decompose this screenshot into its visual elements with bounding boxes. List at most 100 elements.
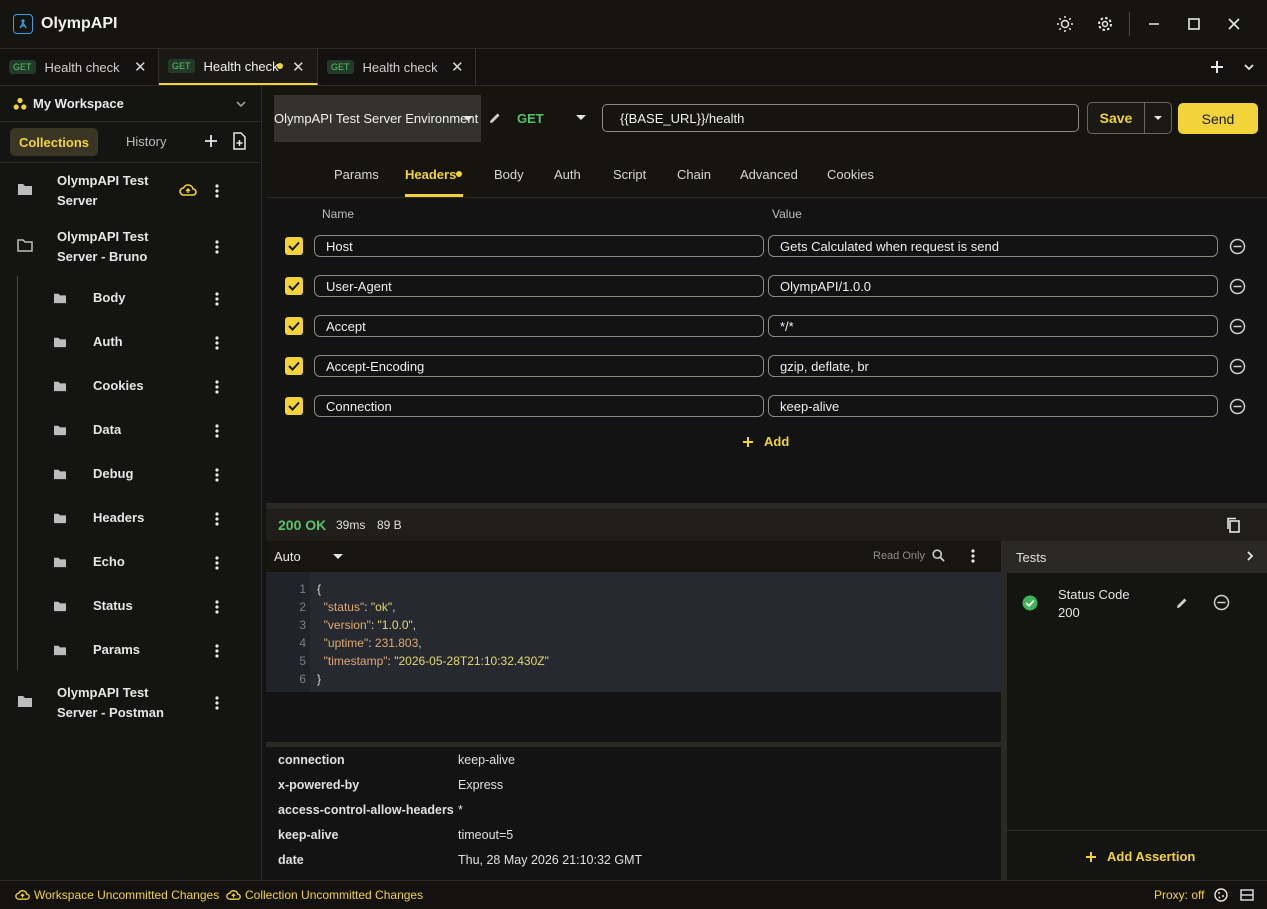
settings-gear-icon[interactable] xyxy=(1095,14,1115,34)
remove-circle-icon[interactable] xyxy=(1229,358,1246,375)
more-options-icon[interactable] xyxy=(212,183,222,199)
tab-method-badge: GET xyxy=(168,59,195,73)
environment-select[interactable]: OlympAPI Test Server Environment xyxy=(274,95,481,142)
method-caret-icon[interactable] xyxy=(575,114,587,122)
workspace-selector[interactable]: My Workspace xyxy=(0,86,262,122)
close-tab-icon[interactable]: ✕ xyxy=(134,58,147,76)
import-file-icon[interactable] xyxy=(231,132,247,150)
folder-item[interactable]: Body xyxy=(0,288,262,310)
more-options-icon[interactable] xyxy=(212,379,222,395)
edit-pencil-icon[interactable] xyxy=(488,111,502,125)
header-enabled-checkbox[interactable] xyxy=(285,237,303,255)
header-name-input[interactable]: Accept-Encoding xyxy=(314,355,764,377)
workspace-changes-indicator[interactable]: Workspace Uncommitted Changes xyxy=(15,888,219,902)
unsaved-dot-icon xyxy=(277,63,283,69)
format-caret-icon[interactable] xyxy=(332,553,344,561)
tab-chain[interactable]: Chain xyxy=(677,167,711,182)
header-name-input[interactable]: User-Agent xyxy=(314,275,764,297)
more-options-icon[interactable] xyxy=(212,423,222,439)
tab-collections[interactable]: Collections xyxy=(10,128,98,156)
header-value-input[interactable]: */* xyxy=(768,315,1218,337)
header-value-input[interactable]: Gets Calculated when request is send xyxy=(768,235,1218,257)
chevron-right-icon[interactable] xyxy=(1244,550,1256,562)
add-assertion-button[interactable]: Add Assertion xyxy=(1085,849,1195,864)
tab-auth[interactable]: Auth xyxy=(554,167,581,182)
collection-item[interactable]: OlympAPI Test Server - Bruno xyxy=(0,226,262,270)
remove-circle-icon[interactable] xyxy=(1229,238,1246,255)
request-tab[interactable]: GET Health check ✕ xyxy=(318,49,476,85)
new-tab-plus-icon[interactable] xyxy=(1208,58,1226,76)
header-name-input[interactable]: Accept xyxy=(314,315,764,337)
add-header-button[interactable]: Add xyxy=(742,434,789,449)
format-select[interactable]: Auto xyxy=(274,549,301,564)
remove-circle-icon[interactable] xyxy=(1229,278,1246,295)
collection-changes-indicator[interactable]: Collection Uncommitted Changes xyxy=(226,888,423,902)
header-name-input[interactable]: Host xyxy=(314,235,764,257)
folder-item[interactable]: Params xyxy=(0,640,262,662)
edit-pencil-icon[interactable] xyxy=(1175,596,1189,610)
tab-history[interactable]: History xyxy=(126,134,166,149)
search-icon[interactable] xyxy=(932,549,945,562)
more-options-icon[interactable] xyxy=(212,467,222,483)
response-body-editor[interactable] xyxy=(266,572,1001,692)
remove-circle-icon[interactable] xyxy=(1213,594,1230,611)
method-select[interactable]: GET xyxy=(517,111,544,126)
collection-item[interactable]: OlympAPI Test Server - Postman xyxy=(0,682,262,726)
tab-advanced[interactable]: Advanced xyxy=(740,167,798,182)
request-tab-active[interactable]: GET Health check ✕ xyxy=(159,49,318,85)
layout-panel-icon[interactable] xyxy=(1240,889,1254,901)
header-name-input[interactable]: Connection xyxy=(314,395,764,417)
more-options-icon[interactable] xyxy=(212,511,222,527)
close-tab-icon[interactable]: ✕ xyxy=(451,58,464,76)
remove-circle-icon[interactable] xyxy=(1229,318,1246,335)
theme-sun-icon[interactable] xyxy=(1055,14,1075,34)
copy-icon[interactable] xyxy=(1226,517,1241,533)
folder-item[interactable]: Status xyxy=(0,596,262,618)
more-options-icon[interactable] xyxy=(212,555,222,571)
more-options-icon[interactable] xyxy=(968,548,978,564)
send-button[interactable]: Send xyxy=(1178,103,1258,134)
more-options-icon[interactable] xyxy=(212,695,222,711)
folder-item[interactable]: Data xyxy=(0,420,262,442)
collection-item[interactable]: OlympAPI Test Server xyxy=(0,170,262,214)
minimize-icon[interactable] xyxy=(1144,14,1164,34)
header-enabled-checkbox[interactable] xyxy=(285,397,303,415)
close-window-icon[interactable] xyxy=(1224,14,1244,34)
tests-footer-divider xyxy=(1007,830,1267,831)
more-options-icon[interactable] xyxy=(212,599,222,615)
header-value-input[interactable]: keep-alive xyxy=(768,395,1218,417)
maximize-icon[interactable] xyxy=(1184,14,1204,34)
plus-icon xyxy=(1086,851,1096,862)
cloud-upload-icon[interactable] xyxy=(179,183,197,197)
header-enabled-checkbox[interactable] xyxy=(285,317,303,335)
folder-item[interactable]: Debug xyxy=(0,464,262,486)
more-options-icon[interactable] xyxy=(212,335,222,351)
remove-circle-icon[interactable] xyxy=(1229,398,1246,415)
more-options-icon[interactable] xyxy=(212,239,222,255)
folder-item[interactable]: Echo xyxy=(0,552,262,574)
folder-item[interactable]: Headers xyxy=(0,508,262,530)
add-collection-plus-icon[interactable] xyxy=(202,132,220,150)
cookie-icon[interactable] xyxy=(1214,888,1228,902)
tab-script[interactable]: Script xyxy=(613,167,646,182)
header-enabled-checkbox[interactable] xyxy=(285,357,303,375)
more-options-icon[interactable] xyxy=(212,291,222,307)
close-tab-icon[interactable]: ✕ xyxy=(292,58,305,76)
request-tab[interactable]: GET Health check ✕ xyxy=(0,49,159,85)
save-button[interactable]: Save xyxy=(1087,102,1145,134)
tabs-menu-chevron-icon[interactable] xyxy=(1242,60,1256,74)
folder-icon xyxy=(53,644,67,656)
proxy-status[interactable]: Proxy: off xyxy=(1154,888,1204,902)
more-options-icon[interactable] xyxy=(212,643,222,659)
save-options-dropdown[interactable] xyxy=(1145,102,1172,134)
header-value-input[interactable]: OlympAPI/1.0.0 xyxy=(768,275,1218,297)
header-value-input[interactable]: gzip, deflate, br xyxy=(768,355,1218,377)
folder-item[interactable]: Auth xyxy=(0,332,262,354)
tab-headers[interactable]: Headers xyxy=(405,167,456,182)
tab-params[interactable]: Params xyxy=(334,167,379,182)
tab-cookies[interactable]: Cookies xyxy=(827,167,874,182)
tab-body[interactable]: Body xyxy=(494,167,524,182)
folder-item[interactable]: Cookies xyxy=(0,376,262,398)
url-input[interactable]: {{BASE_URL}}/health xyxy=(602,104,1079,132)
header-enabled-checkbox[interactable] xyxy=(285,277,303,295)
